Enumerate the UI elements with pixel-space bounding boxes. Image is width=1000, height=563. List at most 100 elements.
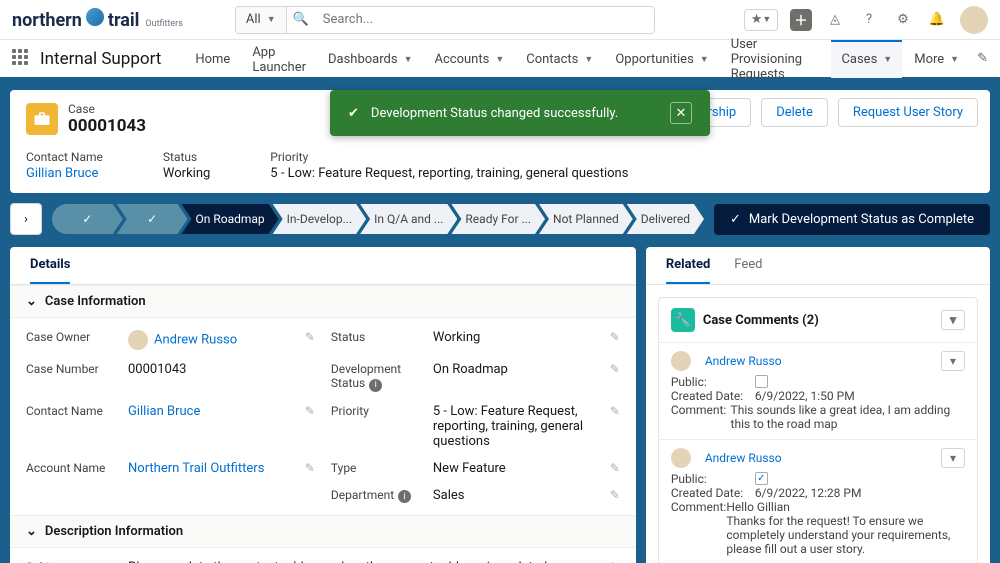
tab-feed[interactable]: Feed [734, 257, 762, 284]
nav-tabs: Home App Launcher Dashboards▼ Accounts▼ … [185, 40, 969, 78]
path-component: › ✓ ✓ On Roadmap In-Develop... In Q/A an… [10, 203, 990, 235]
comment-menu-button[interactable]: ▾ [941, 448, 965, 468]
help-icon[interactable]: ? [858, 9, 880, 31]
delete-button[interactable]: Delete [761, 98, 828, 127]
search-input[interactable] [315, 7, 654, 33]
nav-tab-app-launcher[interactable]: App Launcher [242, 40, 316, 78]
comment-author-link[interactable]: Andrew Russo [705, 354, 782, 368]
info-icon[interactable]: i [398, 490, 411, 503]
fl-priority: Priority [331, 404, 421, 418]
path-stage-ready-for[interactable]: Ready For ... [451, 204, 545, 234]
caret-down-icon: ▼ [267, 14, 276, 25]
comment-created-date: 6/9/2022, 12:28 PM [755, 486, 862, 500]
comment-body: Hello Gillian Thanks for the request! To… [726, 500, 965, 563]
edit-pencil-icon[interactable]: ✎ [305, 330, 315, 344]
path-stage-1[interactable]: ✓ [117, 204, 188, 234]
edit-pencil-icon[interactable]: ✎ [305, 404, 315, 418]
nav-tab-more[interactable]: More▼ [904, 40, 969, 78]
details-panel: Details ⌄ Case Information Case Owner An… [10, 247, 636, 563]
path-stages: ✓ ✓ On Roadmap In-Develop... In Q/A and … [52, 204, 704, 234]
chevron-down-icon: ⌄ [26, 294, 37, 309]
case-comments-card: 🔧 Case Comments (2) ▾ Andrew Russo ▾ Pub… [658, 297, 978, 563]
chevron-down-icon: ⌄ [26, 524, 37, 539]
record-page: ✔ Development Status changed successfull… [0, 80, 1000, 563]
case-comments-icon: 🔧 [671, 308, 695, 332]
path-stage-on-roadmap[interactable]: On Roadmap [181, 204, 278, 234]
global-search[interactable]: All ▼ 🔍 [235, 6, 655, 34]
card-actions-button[interactable]: ▾ [941, 310, 965, 330]
nav-tab-home[interactable]: Home [185, 40, 240, 78]
section-case-information[interactable]: ⌄ Case Information [10, 285, 636, 318]
record-highlights-panel: ✔ Development Status changed successfull… [10, 90, 990, 193]
fv-contact-name[interactable]: Gillian Bruce [128, 404, 293, 419]
avatar-icon [128, 330, 148, 350]
global-create-button[interactable]: ＋ [790, 9, 812, 31]
case-comment-item: Andrew Russo ▾ Public:✓ Created Date:6/9… [659, 440, 977, 563]
comment-author-link[interactable]: Andrew Russo [705, 451, 782, 465]
public-checkbox: ✓ [755, 472, 768, 485]
edit-pencil-icon[interactable]: ✎ [610, 488, 620, 502]
fl-type: Type [331, 461, 421, 475]
org-logo: northern trail Outfitters [12, 8, 183, 31]
edit-pencil-icon[interactable]: ✎ [610, 362, 620, 376]
nav-tab-dashboards[interactable]: Dashboards▼ [318, 40, 423, 78]
app-name: Internal Support [40, 49, 161, 69]
request-user-story-button[interactable]: Request User Story [838, 98, 978, 127]
global-header: northern trail Outfitters All ▼ 🔍 ★ ▼ ＋ … [0, 0, 1000, 40]
fl-account-name: Account Name [26, 461, 116, 475]
edit-pencil-icon[interactable]: ✎ [610, 461, 620, 475]
comment-body: This sounds like a great idea, I am addi… [731, 403, 965, 431]
path-stage-delivered[interactable]: Delivered [627, 204, 704, 234]
mark-complete-button[interactable]: ✓ Mark Development Status as Complete [714, 204, 990, 235]
info-icon[interactable]: i [369, 379, 382, 392]
fv-type: New Feature [433, 461, 598, 476]
edit-pencil-icon[interactable]: ✎ [610, 404, 620, 418]
check-icon: ✓ [730, 212, 741, 227]
toast-message: Development Status changed successfully. [371, 106, 618, 121]
notifications-bell-icon[interactable]: 🔔 [926, 9, 948, 31]
fv-case-number: 00001043 [128, 362, 315, 377]
hf-status-value: Working [163, 166, 210, 181]
hf-contact-label: Contact Name [26, 150, 103, 164]
comment-menu-button[interactable]: ▾ [941, 351, 965, 371]
comment-created-date: 6/9/2022, 1:50 PM [755, 389, 855, 403]
trailhead-icon[interactable]: ◬ [824, 9, 846, 31]
fl-case-number: Case Number [26, 362, 116, 376]
path-stage-0[interactable]: ✓ [52, 204, 123, 234]
app-launcher-icon[interactable] [12, 49, 32, 69]
path-expand-button[interactable]: › [10, 203, 42, 235]
case-owner-link[interactable]: Andrew Russo [154, 332, 237, 347]
toast-close-button[interactable]: ✕ [670, 102, 692, 124]
hf-contact-value[interactable]: Gillian Bruce [26, 166, 103, 181]
nav-tab-accounts[interactable]: Accounts▼ [425, 40, 515, 78]
public-checkbox [755, 375, 768, 388]
path-stage-in-qa[interactable]: In Q/A and ... [360, 204, 457, 234]
path-stage-not-planned[interactable]: Not Planned [539, 204, 633, 234]
avatar-icon [671, 448, 691, 468]
nav-tab-contacts[interactable]: Contacts▼ [516, 40, 603, 78]
nav-tab-cases[interactable]: Cases▼ [831, 40, 902, 78]
search-scope-selector[interactable]: All ▼ [236, 7, 287, 33]
edit-nav-pencil-icon[interactable]: ✎ [977, 51, 988, 66]
fv-status: Working [433, 330, 598, 345]
tab-details[interactable]: Details [30, 257, 70, 284]
fv-dev-status: On Roadmap [433, 362, 598, 377]
search-scope-label: All [246, 12, 261, 27]
nav-tab-opportunities[interactable]: Opportunities▼ [605, 40, 718, 78]
tab-related[interactable]: Related [666, 257, 710, 284]
section-description-information[interactable]: ⌄ Description Information [10, 515, 636, 548]
nav-tab-user-provisioning[interactable]: User Provisioning Requests [721, 40, 830, 78]
success-check-icon: ✔ [348, 106, 359, 121]
related-panel: Related Feed 🔧 Case Comments (2) ▾ Andre… [646, 247, 990, 563]
search-icon: 🔍 [287, 12, 315, 27]
edit-pencil-icon[interactable]: ✎ [610, 330, 620, 344]
path-stage-in-develop[interactable]: In-Develop... [273, 204, 366, 234]
case-comment-item: Andrew Russo ▾ Public: Created Date:6/9/… [659, 343, 977, 440]
edit-pencil-icon[interactable]: ✎ [305, 461, 315, 475]
app-nav-bar: Internal Support Home App Launcher Dashb… [0, 40, 1000, 80]
fv-account-name[interactable]: Northern Trail Outfitters [128, 461, 293, 476]
user-avatar[interactable] [960, 6, 988, 34]
setup-gear-icon[interactable]: ⚙ [892, 9, 914, 31]
logo-text-2: trail [108, 10, 140, 31]
favorites-button[interactable]: ★ ▼ [744, 9, 778, 31]
